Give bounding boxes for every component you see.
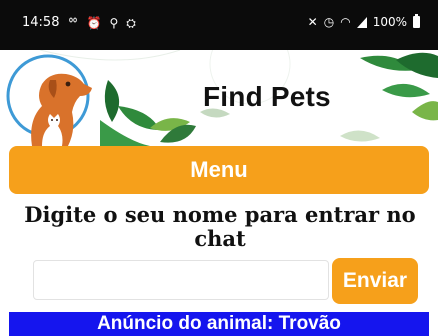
wifi-icon: ◠ <box>340 15 351 29</box>
menu-button[interactable]: Menu <box>9 146 429 194</box>
status-bar: 14:58 ᅇ ⏰ ⚲ ⛭ ✕ ◷ ◠ 100% <box>0 0 438 50</box>
chat-name-prompt: Digite o seu nome para entrar no chat <box>24 202 416 251</box>
animal-ad-banner[interactable]: Anúncio do animal: Trovão <box>9 312 429 336</box>
alarm-icon: ◷ <box>323 15 335 29</box>
app-header: Find Pets <box>0 50 438 146</box>
app-title: Find Pets <box>203 81 331 112</box>
status-right: ✕ ◷ ◠ 100% <box>307 14 420 29</box>
mute-icon: ✕ <box>307 15 318 29</box>
incognito-icon: ⛭ <box>126 15 136 30</box>
send-button[interactable]: Enviar <box>332 258 418 304</box>
status-left: 14:58 ᅇ ⏰ ⚲ ⛭ <box>22 15 136 30</box>
dog-cat-logo-icon <box>6 54 92 146</box>
voicemail-icon: ᅇ <box>67 15 79 30</box>
name-input[interactable] <box>33 260 329 300</box>
battery-percent: 100% <box>372 15 407 29</box>
battery-icon <box>413 14 420 28</box>
alarm-icon: ⏰ <box>86 15 102 30</box>
signal-icon <box>356 16 367 28</box>
usb-icon: ⚲ <box>109 15 119 30</box>
status-time: 14:58 <box>22 15 60 30</box>
